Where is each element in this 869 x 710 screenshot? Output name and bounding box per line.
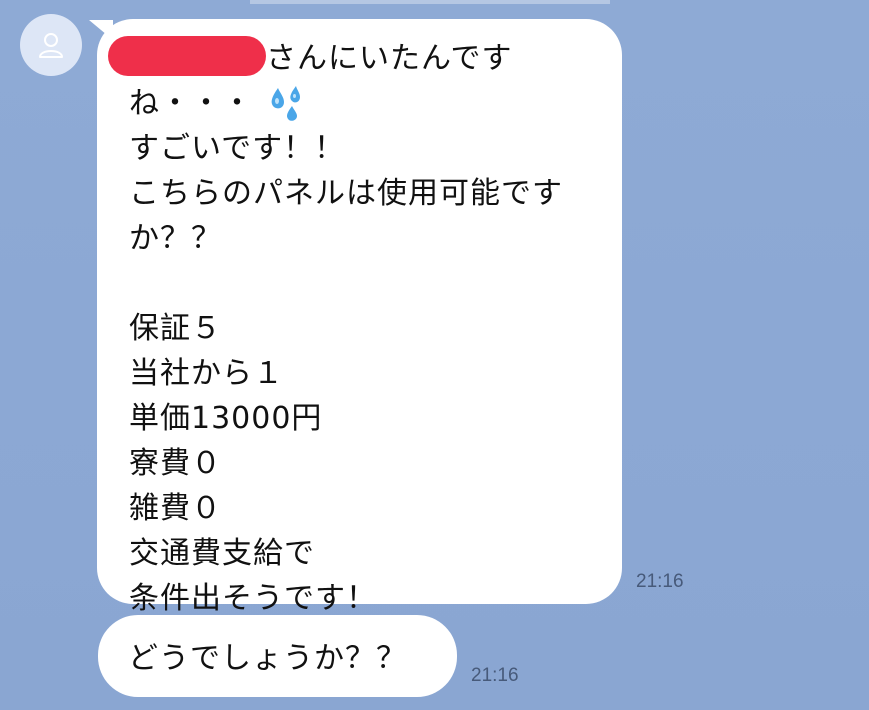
message-text-first-line: さんにいたんです [266, 41, 513, 76]
person-outline-icon [36, 30, 66, 60]
previous-message-edge [250, 0, 610, 4]
message-text-body: すごいです！！ こちらのパネルは使用可能です か？？ 保証５ 当社から１ 単価1… [129, 131, 563, 616]
message-text-second-line: ね・・・ [129, 86, 253, 121]
message-timestamp: 21:16 [471, 665, 519, 686]
message-text: どうでしょうか？？ [128, 641, 407, 676]
sweat-droplets-icon [266, 84, 306, 122]
redacted-name [108, 36, 266, 76]
sender-avatar[interactable] [20, 14, 82, 76]
message-timestamp: 21:16 [636, 571, 684, 592]
